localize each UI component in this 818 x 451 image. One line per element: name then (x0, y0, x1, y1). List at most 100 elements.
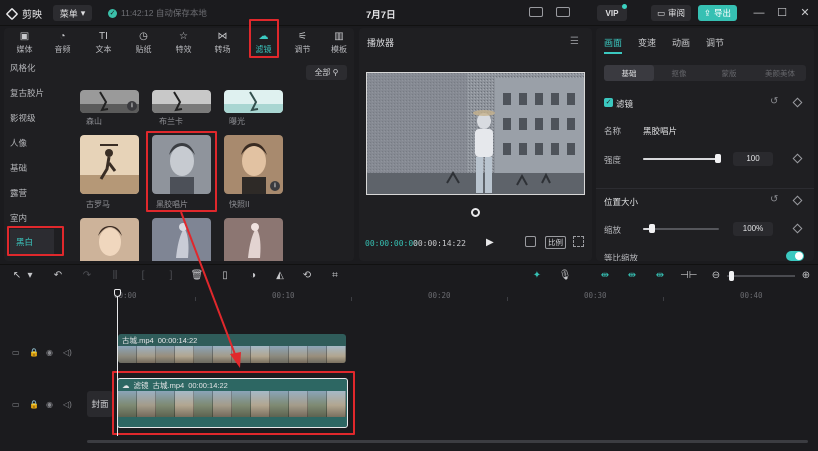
check-icon: ✓ (108, 8, 117, 18)
menu-icon[interactable]: ☰ (570, 36, 579, 47)
split-right-icon[interactable]: ] (164, 269, 178, 283)
tab-speed[interactable]: 变速 (638, 36, 656, 49)
clip-name: 古城.mp4 (122, 335, 154, 345)
category-portrait[interactable]: 人像 (10, 130, 54, 155)
filter-thumb[interactable] (80, 218, 139, 261)
linkage-icon[interactable]: ⇹ (652, 269, 668, 283)
tab-adjust[interactable]: ⚟ 调节 (284, 28, 321, 58)
playhead-handle[interactable] (114, 289, 121, 297)
volume-icon[interactable]: ◁) (63, 348, 72, 357)
tab-adjust[interactable]: 调节 (706, 36, 724, 49)
rotate-icon[interactable]: ⟲ (300, 269, 314, 283)
tab-effects[interactable]: ☆ 特效 (165, 28, 202, 58)
subtab-beauty[interactable]: 美颜美体 (754, 65, 806, 81)
tab-media[interactable]: ▣ 媒体 (6, 28, 43, 58)
keyframe-icon[interactable] (792, 97, 803, 108)
redo-icon[interactable]: ↷ (80, 269, 94, 283)
keyframe-icon[interactable] (792, 153, 803, 164)
playhead[interactable] (117, 296, 118, 436)
zoom-in-icon[interactable]: ⊕ (799, 269, 813, 283)
strength-input[interactable]: 100 (733, 152, 773, 166)
tab-picture[interactable]: 画面 (604, 36, 622, 49)
fullscreen-icon[interactable] (573, 236, 584, 247)
preview-axis-icon[interactable]: ⊣⊢ (680, 269, 697, 283)
timeline-scrollbar[interactable] (87, 440, 808, 443)
select-cursor-icon[interactable]: ↖ (10, 269, 24, 283)
filter-enable-checkbox[interactable]: ✓ (604, 98, 613, 107)
auto-snap-icon[interactable]: ⇹ (624, 269, 640, 283)
lock-icon[interactable]: 🔒 (29, 348, 39, 357)
zoom-out-icon[interactable]: ⊖ (709, 269, 723, 283)
tab-audio[interactable]: ◔ 音频 (44, 28, 81, 58)
eye-icon[interactable]: ◉ (46, 348, 53, 357)
inspector-panel: 画面 变速 动画 调节 基础 抠像 蒙版 美颜美体 ✓ 滤镜 ↺ 名称 黑胶唱片… (596, 28, 814, 261)
filter-section-title: 滤镜 (616, 99, 634, 109)
aspect-ratio-button[interactable]: 比例 (545, 236, 566, 249)
keyframe-icon[interactable] (792, 223, 803, 234)
split-left-icon[interactable]: [ (136, 269, 150, 283)
scale-slider-handle[interactable] (649, 224, 656, 233)
zoom-slider[interactable] (727, 275, 795, 277)
filter-thumb[interactable] (224, 90, 283, 113)
keyframe-icon[interactable] (792, 195, 803, 206)
tab-label: 音频 (54, 45, 71, 54)
eye-icon[interactable]: ◉ (46, 400, 53, 409)
lock-icon[interactable]: 🔒 (29, 400, 39, 409)
reset-icon[interactable]: ↺ (770, 194, 778, 205)
keyboard-shortcuts-icon[interactable] (529, 7, 543, 17)
volume-icon[interactable]: ◁) (63, 400, 72, 409)
tab-sticker[interactable]: ◷ 贴纸 (125, 28, 162, 58)
video-preview[interactable] (366, 72, 585, 195)
tab-text[interactable]: TI 文本 (85, 28, 122, 58)
category-basic[interactable]: 基础 (10, 155, 54, 180)
freeze-frame-icon[interactable]: ▯ (218, 269, 232, 283)
reset-icon[interactable]: ↺ (770, 96, 778, 107)
filter-thumb[interactable] (224, 218, 283, 261)
scale-input[interactable]: 100% (733, 222, 773, 236)
video-clip[interactable]: 古城.mp4 00:00:14:22 (118, 334, 346, 363)
reverse-icon[interactable]: ◑ (246, 269, 260, 283)
category-camping[interactable]: 露营 (10, 180, 54, 205)
minimize-icon[interactable]: — (752, 6, 766, 20)
main-track-magnet-icon[interactable]: ⇹ (597, 269, 613, 283)
tab-transition[interactable]: ⋈ 转场 (204, 28, 241, 58)
review-button[interactable]: ▭ 审阅 (651, 5, 691, 21)
ruler-tick (663, 297, 664, 301)
strength-slider-handle[interactable] (715, 154, 721, 163)
download-icon[interactable]: ⭳ (127, 101, 137, 111)
microphone-icon[interactable]: 🎙 (558, 269, 572, 283)
category-stylized[interactable]: 风格化 (10, 55, 54, 80)
close-icon[interactable]: ✕ (798, 6, 812, 20)
subtab-mask[interactable]: 蒙版 (704, 65, 754, 81)
filter-label: 曝光 (229, 117, 245, 126)
tab-animation[interactable]: 动画 (672, 36, 690, 49)
category-cinematic[interactable]: 影视级 (10, 105, 54, 130)
subtab-basic[interactable]: 基础 (604, 65, 654, 81)
undo-icon[interactable]: ↶ (51, 269, 65, 283)
menu-button[interactable]: 菜单 ▾ (53, 5, 92, 21)
mirror-icon[interactable]: ◭ (273, 269, 287, 283)
cover-button[interactable]: 封面 (87, 391, 113, 417)
filter-thumb[interactable] (152, 90, 211, 113)
maximize-icon[interactable]: ☐ (775, 6, 789, 20)
filter-thumb[interactable] (80, 135, 139, 194)
category-retro-film[interactable]: 复古胶片 (10, 80, 54, 105)
split-icon[interactable]: ⫼ (108, 269, 122, 283)
subtab-keying[interactable]: 抠像 (654, 65, 704, 81)
tab-template[interactable]: ▥ 模板 (324, 28, 354, 58)
crop-icon[interactable]: ⌗ (328, 269, 342, 283)
uniform-scale-toggle[interactable] (786, 251, 804, 261)
filter-sort-button[interactable]: 全部 ⚲ (306, 65, 347, 80)
transform-handle-icon[interactable] (471, 208, 480, 217)
filter-thumb[interactable] (152, 218, 211, 261)
ruler-tick (507, 297, 508, 301)
chevron-down-icon[interactable]: ▾ (26, 269, 34, 283)
export-button[interactable]: ⇪ 导出 (698, 5, 737, 21)
play-icon[interactable]: ▶ (486, 237, 494, 248)
zoom-slider-handle[interactable] (729, 271, 734, 281)
delete-icon[interactable]: 🗑 (190, 269, 204, 283)
ai-magic-icon[interactable]: ✦ (530, 269, 544, 283)
download-icon[interactable]: ⭳ (270, 181, 280, 191)
layout-icon[interactable] (556, 7, 570, 17)
fit-screen-icon[interactable] (525, 236, 536, 247)
